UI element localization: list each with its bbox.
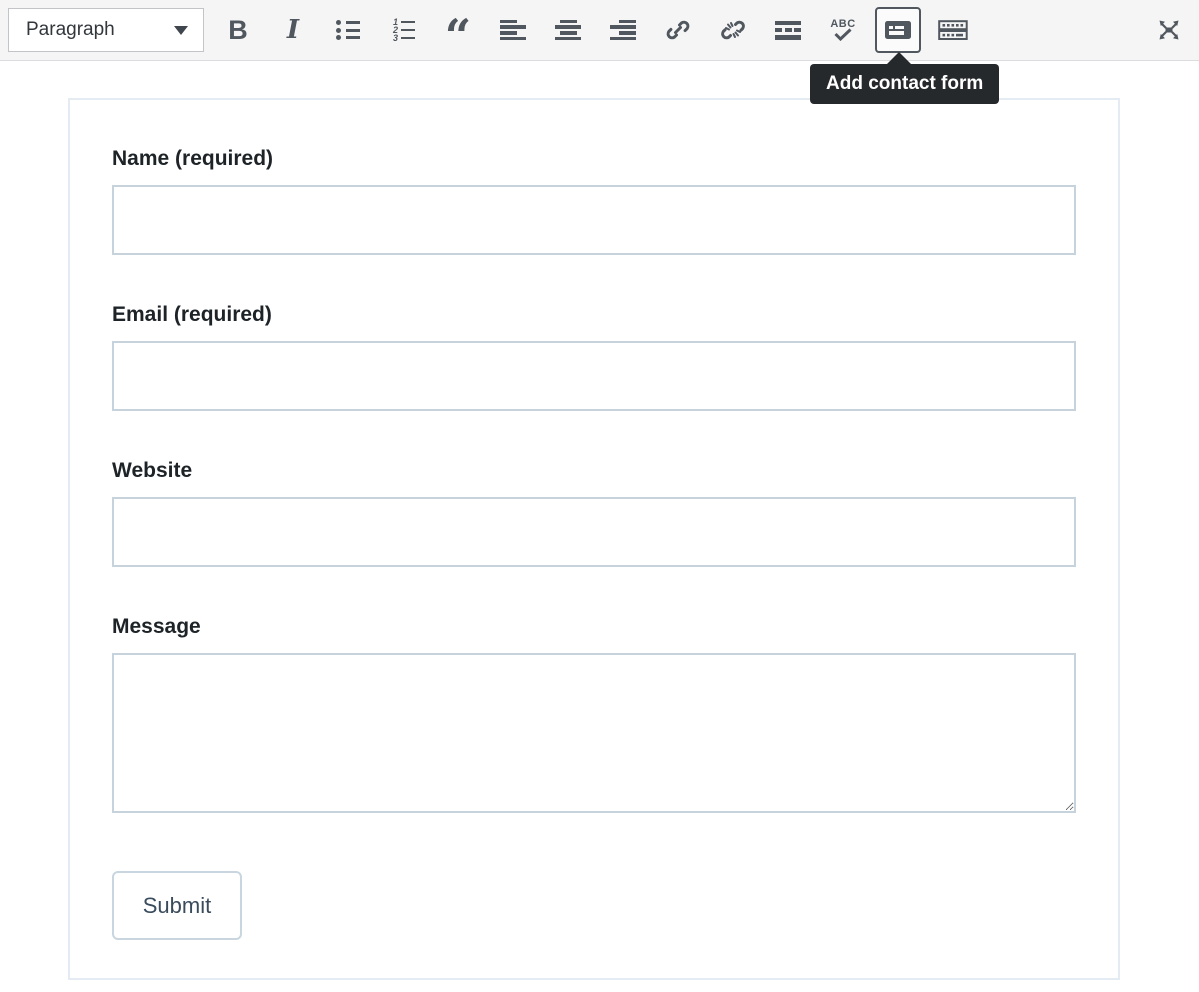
editor-toolbar: Paragraph B I 1 2 3 “ bbox=[0, 0, 1199, 61]
align-center-button[interactable] bbox=[548, 8, 588, 52]
unlink-icon bbox=[720, 17, 746, 43]
align-right-icon bbox=[610, 20, 636, 41]
italic-icon: I bbox=[287, 17, 299, 43]
align-left-button[interactable] bbox=[493, 8, 533, 52]
add-contact-form-button[interactable] bbox=[875, 7, 921, 53]
keyboard-icon bbox=[938, 18, 968, 42]
bold-icon: B bbox=[228, 17, 248, 44]
contact-form-icon bbox=[884, 19, 912, 41]
contact-form-preview: Name (required) Email (required) Website… bbox=[68, 98, 1120, 980]
name-input[interactable] bbox=[112, 185, 1076, 255]
numbered-list-icon: 1 2 3 bbox=[391, 19, 415, 41]
name-field-group: Name (required) bbox=[112, 146, 1076, 255]
email-field-group: Email (required) bbox=[112, 302, 1076, 411]
insert-link-button[interactable] bbox=[658, 8, 698, 52]
spellcheck-button[interactable]: ABC bbox=[823, 8, 863, 52]
message-field-label: Message bbox=[112, 614, 1076, 640]
align-right-button[interactable] bbox=[603, 8, 643, 52]
blockquote-icon: “ bbox=[445, 16, 471, 44]
submit-button[interactable]: Submit bbox=[112, 871, 242, 940]
bold-button[interactable]: B bbox=[218, 8, 258, 52]
spellcheck-icon: ABC bbox=[830, 19, 855, 41]
insert-read-more-button[interactable] bbox=[768, 8, 808, 52]
blockquote-button[interactable]: “ bbox=[438, 8, 478, 52]
message-textarea[interactable] bbox=[112, 653, 1076, 813]
tooltip-text: Add contact form bbox=[826, 73, 983, 95]
bulleted-list-button[interactable] bbox=[328, 8, 368, 52]
italic-button[interactable]: I bbox=[273, 8, 313, 52]
fullscreen-icon bbox=[1156, 17, 1182, 43]
numbered-list-button[interactable]: 1 2 3 bbox=[383, 8, 423, 52]
add-contact-form-tooltip: Add contact form bbox=[810, 64, 999, 104]
paragraph-dropdown[interactable]: Paragraph bbox=[8, 8, 204, 52]
paragraph-dropdown-value: Paragraph bbox=[26, 19, 115, 41]
tooltip-arrow-icon bbox=[886, 52, 912, 65]
website-input[interactable] bbox=[112, 497, 1076, 567]
fullscreen-button[interactable] bbox=[1149, 8, 1189, 52]
bulleted-list-icon bbox=[336, 20, 360, 40]
align-center-icon bbox=[555, 20, 581, 41]
name-field-label: Name (required) bbox=[112, 146, 1076, 172]
email-field-label: Email (required) bbox=[112, 302, 1076, 328]
align-left-icon bbox=[500, 20, 526, 41]
toolbar-toggle-button[interactable] bbox=[933, 8, 973, 52]
editor-content-area: Name (required) Email (required) Website… bbox=[0, 61, 1199, 980]
website-field-label: Website bbox=[112, 458, 1076, 484]
website-field-group: Website bbox=[112, 458, 1076, 567]
read-more-icon bbox=[775, 21, 801, 40]
remove-link-button[interactable] bbox=[713, 8, 753, 52]
link-icon bbox=[665, 17, 691, 43]
chevron-down-icon bbox=[174, 26, 188, 35]
message-field-group: Message bbox=[112, 614, 1076, 813]
email-input[interactable] bbox=[112, 341, 1076, 411]
